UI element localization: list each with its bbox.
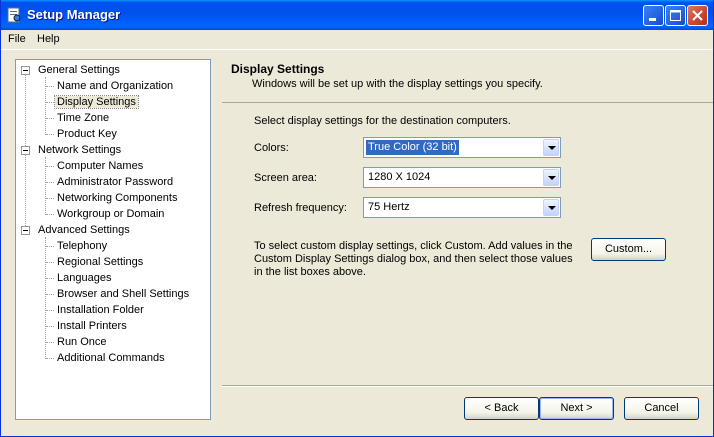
- tree-item-networking-components[interactable]: Networking Components: [55, 190, 179, 206]
- tree-item-run-once[interactable]: Run Once: [55, 334, 109, 350]
- colors-dropdown[interactable]: True Color (32 bit): [363, 137, 561, 158]
- setup-manager-window: Setup Manager File Help General Settings…: [0, 0, 714, 437]
- tree-group-advanced[interactable]: Advanced Settings: [36, 222, 132, 238]
- colors-label: Colors:: [254, 142, 289, 154]
- collapse-advanced-icon[interactable]: [21, 226, 30, 235]
- tree-item-display-settings[interactable]: Display Settings: [54, 94, 139, 110]
- footer-divider: [222, 385, 713, 387]
- minimize-button[interactable]: [643, 5, 664, 26]
- tree-item-product-key[interactable]: Product Key: [55, 126, 119, 142]
- tree-item-browser-shell[interactable]: Browser and Shell Settings: [55, 286, 191, 302]
- menu-help[interactable]: Help: [37, 33, 60, 45]
- tree-item-workgroup-domain[interactable]: Workgroup or Domain: [55, 206, 166, 222]
- menu-bar: File Help: [1, 30, 713, 50]
- tree-item-administrator-password[interactable]: Administrator Password: [55, 174, 175, 190]
- tree-item-computer-names[interactable]: Computer Names: [55, 158, 145, 174]
- screen-area-label: Screen area:: [254, 172, 317, 184]
- instruction-text: Select display settings for the destinat…: [254, 115, 511, 127]
- back-button[interactable]: < Back: [464, 397, 539, 420]
- cancel-button[interactable]: Cancel: [624, 397, 699, 420]
- custom-button[interactable]: Custom...: [591, 238, 666, 261]
- collapse-network-icon[interactable]: [21, 146, 30, 155]
- dropdown-arrow-icon[interactable]: [543, 199, 559, 216]
- tree-item-name-organization[interactable]: Name and Organization: [55, 78, 175, 94]
- menu-file[interactable]: File: [8, 33, 26, 45]
- dropdown-arrow-icon[interactable]: [543, 169, 559, 186]
- next-button[interactable]: Next >: [539, 397, 614, 420]
- settings-tree[interactable]: General Settings Name and Organization D…: [15, 59, 211, 420]
- close-button[interactable]: [687, 5, 708, 26]
- tree-item-telephony[interactable]: Telephony: [55, 238, 109, 254]
- tree-item-install-printers[interactable]: Install Printers: [55, 318, 129, 334]
- title-bar[interactable]: Setup Manager: [1, 0, 713, 30]
- close-icon: [692, 10, 703, 21]
- tree-group-general[interactable]: General Settings: [36, 62, 122, 78]
- refresh-frequency-dropdown[interactable]: 75 Hertz: [363, 197, 561, 218]
- page-subtitle: Windows will be set up with the display …: [252, 78, 543, 90]
- tree-item-installation-folder[interactable]: Installation Folder: [55, 302, 146, 318]
- page-title: Display Settings: [231, 62, 325, 76]
- collapse-general-icon[interactable]: [21, 66, 30, 75]
- minimize-icon: [649, 18, 656, 21]
- colors-value: True Color (32 bit): [366, 140, 459, 155]
- dropdown-arrow-icon[interactable]: [543, 139, 559, 156]
- tree-item-time-zone[interactable]: Time Zone: [55, 110, 111, 126]
- tree-group-network[interactable]: Network Settings: [36, 142, 123, 158]
- refresh-frequency-label: Refresh frequency:: [254, 202, 347, 214]
- page-header: Display Settings Windows will be set up …: [222, 57, 713, 103]
- tree-item-regional-settings[interactable]: Regional Settings: [55, 254, 145, 270]
- maximize-button[interactable]: [665, 5, 686, 26]
- tree-item-additional-commands[interactable]: Additional Commands: [55, 350, 167, 366]
- refresh-frequency-value: 75 Hertz: [368, 201, 410, 213]
- custom-instructions-text: To select custom display settings, click…: [254, 240, 573, 278]
- setup-manager-icon: [6, 7, 22, 23]
- screen-area-dropdown[interactable]: 1280 X 1024: [363, 167, 561, 188]
- tree-item-languages[interactable]: Languages: [55, 270, 113, 286]
- maximize-icon: [670, 10, 681, 21]
- screen-area-value: 1280 X 1024: [368, 171, 431, 183]
- window-title: Setup Manager: [27, 7, 121, 22]
